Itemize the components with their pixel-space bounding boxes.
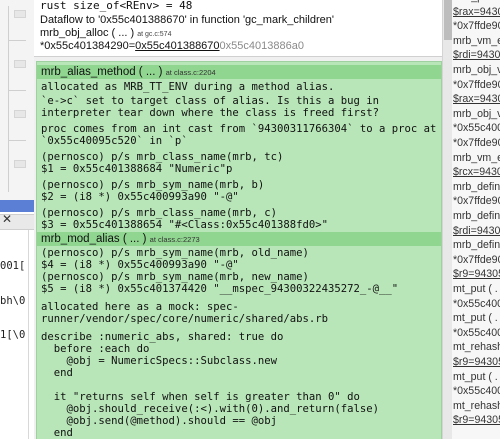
dataflow-entry[interactable]: mt_put ( . bbox=[453, 312, 498, 325]
dataflow-entry[interactable]: mt_put ( . bbox=[453, 371, 498, 384]
code-fragment: 001[ bh\0 1[\0 bbox=[0, 238, 25, 365]
dataflow-entry[interactable]: mrb_vm_e bbox=[453, 152, 500, 165]
source-location[interactable]: at class.c:2204 bbox=[166, 68, 216, 77]
selected-row[interactable] bbox=[0, 200, 34, 212]
dataflow-entry[interactable]: *0x7ffde90 bbox=[453, 137, 500, 150]
card-header-mod-alias[interactable]: mrb_mod_alias ( ... ) at class.c:2273 bbox=[37, 232, 441, 246]
address-label: *0x55c401384290= bbox=[40, 40, 136, 52]
code-line: before :each do bbox=[41, 343, 150, 355]
close-icon[interactable]: ✕ bbox=[2, 212, 12, 226]
dataflow-entry[interactable]: *0x7ffde90 bbox=[453, 79, 500, 92]
code-line: 001[ bbox=[0, 260, 26, 272]
dataflow-entry[interactable]: *0x7ffde90 bbox=[453, 254, 500, 267]
dataflow-entry[interactable]: *0x55c400 bbox=[453, 385, 500, 398]
value-link[interactable]: 0x55c401388670 bbox=[135, 40, 219, 52]
tree-node[interactable] bbox=[14, 60, 26, 68]
note-line: $3 = 0x55c401388654 "#<Class:0x55c401388… bbox=[41, 219, 329, 231]
code-line: it "returns self when self is greater th… bbox=[41, 391, 360, 403]
dataflow-entry[interactable]: *0x7ffde90 bbox=[453, 20, 500, 33]
note-line: $2 = (i8 *) 0x55c400993a90 "-@" bbox=[41, 191, 239, 203]
left-sidebar: ✕ 001[ bh\0 1[\0 bbox=[0, 0, 34, 439]
tree-guide bbox=[8, 140, 26, 141]
function-name[interactable]: mrb_mod_alias ( ... ) bbox=[41, 233, 146, 245]
note-line: (pernosco) p/s mrb_sym_name(mrb, new_nam… bbox=[41, 271, 309, 283]
frame-link[interactable]: mrb_obj_alloc ( ... ) at gc.c:574 bbox=[40, 27, 171, 41]
note-line: allocated as MRB_TT_ENV during a method … bbox=[41, 81, 335, 93]
dataflow-entry[interactable]: mrb_push bbox=[453, 0, 500, 4]
dataflow-entry[interactable]: $r9=94305 bbox=[453, 268, 500, 281]
file-tree[interactable] bbox=[0, 0, 34, 200]
dataflow-entry[interactable]: mt_put ( . bbox=[453, 283, 498, 296]
dataflow-entry[interactable]: mrb_vm_e bbox=[453, 35, 500, 48]
dataflow-entry[interactable]: *0x7ffde90 bbox=[453, 195, 500, 208]
tree-node[interactable] bbox=[14, 110, 26, 118]
dataflow-entry[interactable]: mrb_obj_v bbox=[453, 64, 500, 77]
code-line: 1[\0 bbox=[0, 329, 26, 341]
note-line: interpreter tear down where the class is… bbox=[41, 107, 380, 119]
note-line: (pernosco) p/s mrb_class_name(mrb, c) bbox=[41, 207, 277, 219]
note-line: `0x55c40095c520` in `p` bbox=[41, 135, 188, 147]
dataflow-entry[interactable]: *0x55c400 bbox=[453, 327, 500, 340]
note-line: rust size_of<REnv> = 48 bbox=[40, 0, 193, 12]
card-header-alias-method[interactable]: mrb_alias_method ( ... ) at class.c:2204 bbox=[37, 65, 441, 79]
note-line: allocated here as a mock: spec- bbox=[41, 301, 239, 313]
source-location[interactable]: at class.c:2273 bbox=[150, 235, 200, 244]
tree-guide bbox=[8, 6, 9, 192]
note-line: $1 = 0x55c401388684 "Numeric"p bbox=[41, 163, 233, 175]
code-line: @obj.send(@method).should == @obj bbox=[41, 415, 278, 427]
function-name[interactable]: mrb_alias_method ( ... ) bbox=[41, 66, 162, 78]
dataflow-entry[interactable]: mt_rehash bbox=[453, 400, 500, 413]
dataflow-entry[interactable]: *0x55c400 bbox=[453, 298, 500, 311]
tree-guide bbox=[8, 40, 26, 41]
dataflow-entry[interactable]: mrb_obj_v bbox=[453, 108, 500, 121]
code-line: bh\0 bbox=[0, 294, 26, 307]
dataflow-entry[interactable]: $r9=94305 bbox=[453, 356, 500, 369]
dataflow-entry[interactable]: *0x55c400 bbox=[453, 122, 500, 135]
function-name[interactable]: mrb_obj_alloc ( ... ) bbox=[40, 27, 134, 39]
divider bbox=[28, 230, 29, 439]
tree-guide bbox=[8, 90, 26, 91]
dataflow-entry[interactable]: $rcx=94300 bbox=[453, 166, 500, 179]
tree-node[interactable] bbox=[14, 10, 26, 18]
scrollbar-thumb[interactable] bbox=[444, 0, 452, 40]
dataflow-entry[interactable]: $rax=94300 bbox=[453, 6, 500, 19]
code-line: @obj = NumericSpecs::Subclass.new bbox=[41, 355, 278, 367]
notes-card: mrb_alias_method ( ... ) at class.c:2204… bbox=[36, 61, 442, 439]
dataflow-entry[interactable]: $rdi=94300 bbox=[453, 225, 500, 238]
memory-write[interactable]: *0x55c401384290=0x55c4013886700x55c40138… bbox=[40, 40, 304, 52]
note-line: $4 = (i8 *) 0x55c400993a90 "-@" bbox=[41, 259, 239, 271]
card-title[interactable]: mrb_mod_alias ( ... ) at class.c:2273 bbox=[41, 233, 200, 245]
card-title[interactable]: mrb_alias_method ( ... ) at class.c:2204 bbox=[41, 66, 216, 78]
dataflow-entry[interactable]: $rdi=94300 bbox=[453, 49, 500, 62]
dataflow-entry[interactable]: mrb_defin bbox=[453, 181, 500, 194]
note-line: (pernosco) p/s mrb_sym_name(mrb, b) bbox=[41, 179, 265, 191]
dataflow-entry[interactable]: $r9=94305 bbox=[453, 414, 500, 427]
code-line: end bbox=[41, 427, 73, 439]
source-location[interactable]: at gc.c:574 bbox=[137, 31, 171, 38]
note-line: proc comes from an int cast from `943003… bbox=[41, 123, 437, 135]
dataflow-card: rust size_of<REnv> = 48 Dataflow to '0x5… bbox=[34, 0, 442, 57]
dataflow-description: Dataflow to '0x55c401388670' in function… bbox=[40, 14, 334, 26]
dataflow-entry[interactable]: mrb_defin bbox=[453, 210, 500, 223]
dataflow-entry[interactable]: mrb_defin bbox=[453, 239, 500, 252]
dataflow-entry[interactable]: $rax=94300 bbox=[453, 93, 500, 106]
right-dataflow-panel: mrb_push$rax=94300*0x7ffde90mrb_vm_e$rdi… bbox=[452, 0, 500, 439]
value-link-faded[interactable]: 0x55c4013886a0 bbox=[220, 40, 304, 52]
note-line: $5 = (i8 *) 0x55c401374420 "__mspec_9430… bbox=[41, 283, 399, 295]
note-line: (pernosco) p/s mrb_sym_name(mrb, old_nam… bbox=[41, 247, 309, 259]
note-line: `e->c` set to target class of alias. Is … bbox=[41, 95, 380, 107]
code-line: end bbox=[41, 367, 73, 379]
notebook-panel: rust size_of<REnv> = 48 Dataflow to '0x5… bbox=[34, 0, 442, 439]
code-line: @obj.should_receive(:<).with(0).and_retu… bbox=[41, 403, 380, 415]
note-line: runner/vendor/spec/core/numeric/shared/a… bbox=[41, 313, 329, 325]
tree-node[interactable] bbox=[14, 160, 26, 168]
code-line: describe :numeric_abs, shared: true do bbox=[41, 331, 284, 343]
note-line: (pernosco) p/s mrb_class_name(mrb, tc) bbox=[41, 151, 284, 163]
dataflow-entry[interactable]: mt_rehash bbox=[453, 341, 500, 354]
